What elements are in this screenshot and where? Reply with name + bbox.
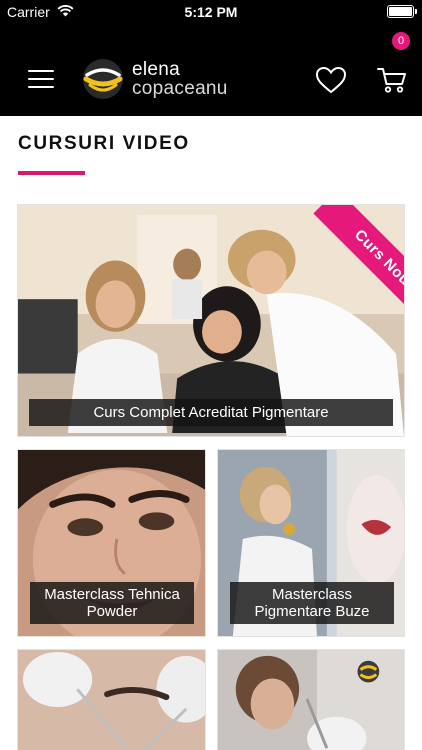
status-bar: Carrier 5:12 PM [0,0,422,24]
course-title: Curs Complet Acreditat Pigmentare [29,399,393,426]
ribbon-container: Curs Nou [292,205,404,317]
cart-count-badge: 0 [392,32,410,50]
new-course-badge: Curs Nou [313,205,404,317]
course-photo [18,650,205,750]
battery-icon [387,5,417,18]
course-card[interactable]: Masterclass Tehnica Powder [17,449,206,637]
status-time: 5:12 PM [184,4,238,20]
app-header: elena copaceanu 0 [0,24,422,116]
course-card[interactable] [217,649,405,750]
course-title: Masterclass Pigmentare Buze [230,582,394,624]
brand-name-line2: copaceanu [132,78,228,99]
brand-wordmark: elena copaceanu [132,60,228,98]
brand-logo[interactable]: elena copaceanu [82,58,228,100]
page-title: CURSURI VIDEO [18,133,190,154]
course-photo [218,650,404,750]
course-card-featured[interactable]: Curs Nou Curs Complet Acreditat Pigmenta… [17,204,405,437]
cart-icon[interactable] [377,66,407,94]
title-underline [18,171,85,175]
course-card[interactable]: Masterclass Pigmentare Buze [217,449,405,637]
course-title: Masterclass Tehnica Powder [30,582,194,624]
hamburger-menu-icon[interactable] [28,70,54,88]
course-card[interactable] [17,649,206,750]
brand-name-line1: elena [132,59,180,80]
heart-icon[interactable] [315,66,347,94]
brand-logo-icon [83,59,123,99]
